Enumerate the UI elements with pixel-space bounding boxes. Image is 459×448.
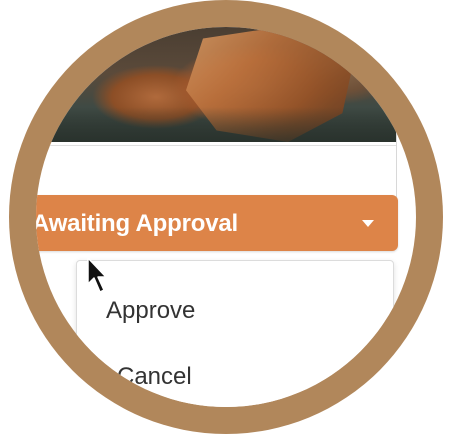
menu-item-label: Cancel (117, 363, 192, 390)
photo-shadow (36, 107, 396, 142)
chevron-down-icon (362, 220, 374, 227)
card-edge (396, 27, 397, 197)
magnifier-content: Awaiting Approval Approve Cancel (36, 27, 416, 407)
magnified-view: Awaiting Approval Approve Cancel (0, 0, 459, 448)
status-menu: Approve Cancel (76, 260, 394, 407)
status-label: Awaiting Approval (36, 210, 238, 237)
card-divider (36, 145, 397, 146)
menu-item-cancel[interactable]: Cancel (77, 349, 393, 407)
status-dropdown-button[interactable]: Awaiting Approval (36, 195, 398, 251)
arrow-pointer-icon (87, 257, 107, 293)
item-photo (36, 27, 396, 142)
menu-item-label: Approve (106, 297, 196, 324)
menu-item-approve[interactable]: Approve (77, 283, 393, 343)
magnifier-ring: Awaiting Approval Approve Cancel (9, 0, 443, 434)
